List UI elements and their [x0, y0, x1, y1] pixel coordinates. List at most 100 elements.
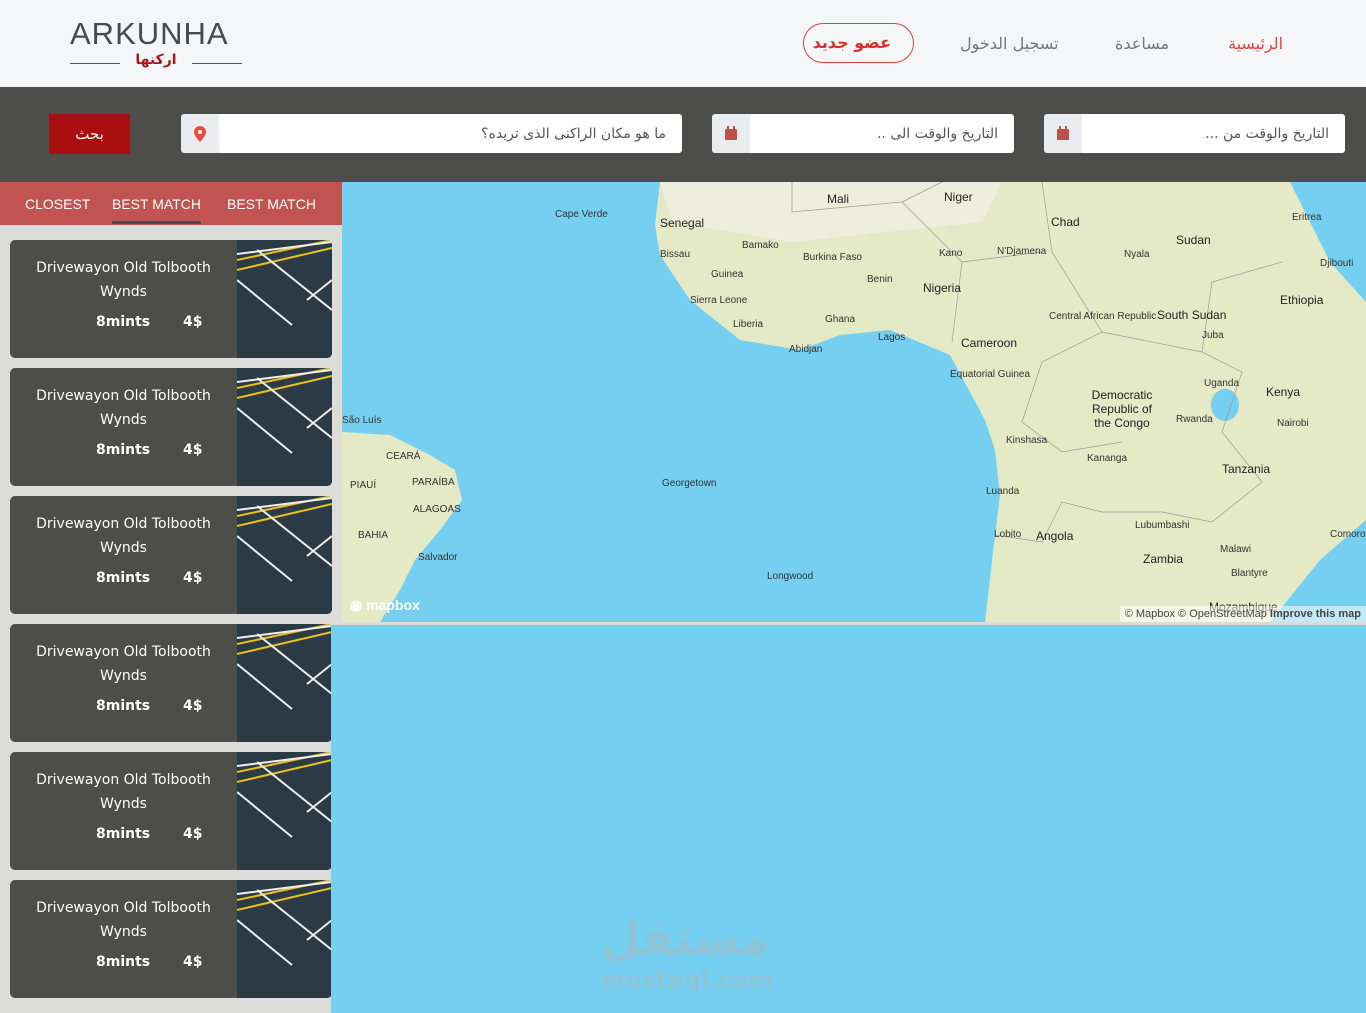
map-label: Ethiopia: [1280, 293, 1324, 307]
location-input[interactable]: ما هو مكان الراكنى الذى تريده؟: [219, 114, 682, 153]
map-label: PIAUÍ: [350, 480, 377, 491]
listing-title: Drivewayon Old Tolbooth Wynds: [36, 260, 211, 300]
listing-time: 8mints: [96, 826, 151, 842]
map-label: Georgetown: [662, 478, 717, 489]
map-label: Kenya: [1266, 385, 1301, 399]
map-label: Kano: [939, 248, 963, 259]
improve-map-link[interactable]: Improve this map: [1270, 608, 1361, 620]
map-label: Cameroon: [961, 336, 1018, 350]
map-label: Malawi: [1220, 544, 1252, 555]
listing-time: 8mints: [96, 442, 151, 458]
search-button[interactable]: بحث: [49, 114, 130, 154]
tab-closest[interactable]: CLOSEST: [25, 196, 90, 212]
date-to-field[interactable]: التاريخ والوقت الى ..: [712, 114, 1014, 153]
listing-price: 4$: [183, 698, 203, 714]
map-attribution: © Mapbox © OpenStreetMap Improve this ma…: [1119, 606, 1366, 622]
listing-time: 8mints: [96, 954, 151, 970]
map-label: Zambia: [1143, 552, 1184, 566]
listing-price: 4$: [183, 826, 203, 842]
new-member-button[interactable]: عضو جديد: [803, 23, 914, 63]
listing-card[interactable]: Drivewayon Old Tolbooth Wynds 8mints 4$: [10, 880, 332, 998]
map-label: South Sudan: [1157, 308, 1227, 322]
listing-price: 4$: [183, 442, 203, 458]
map-label: Sierra Leone: [690, 295, 748, 306]
nav-home[interactable]: الرئيسية: [1228, 34, 1283, 53]
map-label: Luanda: [986, 486, 1020, 497]
map-label: Bamako: [742, 240, 779, 251]
sort-tabs: CLOSEST BEST MATCH BEST MATCH: [0, 182, 342, 225]
listing-card[interactable]: Drivewayon Old Tolbooth Wynds 8mints 4$: [10, 496, 332, 614]
listing-time: 8mints: [96, 698, 151, 714]
map-label: Juba: [1202, 330, 1224, 341]
map-label: Benin: [867, 274, 893, 285]
map-label: Tanzania: [1222, 462, 1271, 476]
map-label: N'Djamena: [997, 246, 1047, 257]
listing-card[interactable]: Drivewayon Old Tolbooth Wynds 8mints 4$: [10, 368, 332, 486]
date-from-input[interactable]: التاريخ والوقت من ...: [1082, 114, 1345, 153]
parking-lot-image: [237, 368, 332, 486]
parking-lot-image: [237, 496, 332, 614]
map-label: Nairobi: [1277, 418, 1309, 429]
main-nav: الرئيسية مساعدة تسجيل الدخول عضو جديد: [0, 23, 1366, 63]
map-land: [342, 182, 1366, 622]
parking-lot-image: [237, 752, 332, 870]
location-field[interactable]: ما هو مكان الراكنى الذى تريده؟: [181, 114, 682, 153]
map-label: Uganda: [1204, 378, 1240, 389]
map-label: Equatorial Guinea: [950, 369, 1031, 380]
map-label: Cape Verde: [555, 209, 608, 220]
map-label: Longwood: [767, 571, 814, 582]
listing-title: Drivewayon Old Tolbooth Wynds: [36, 900, 211, 940]
listing-card[interactable]: Drivewayon Old Tolbooth Wynds 8mints 4$: [10, 240, 332, 358]
listing-price: 4$: [183, 570, 203, 586]
listing-time: 8mints: [96, 570, 151, 586]
nav-help[interactable]: مساعدة: [1115, 34, 1169, 53]
map-label: PARAÍBA: [412, 477, 455, 488]
date-from-field[interactable]: التاريخ والوقت من ...: [1044, 114, 1345, 153]
map-label: Kinshasa: [1006, 435, 1048, 446]
parking-lot-image: [237, 240, 332, 358]
map-label: CEARÁ: [386, 451, 421, 462]
map-label: Mali: [827, 192, 850, 206]
mapbox-logo[interactable]: ◉ mapbox: [350, 597, 420, 614]
date-to-input[interactable]: التاريخ والوقت الى ..: [750, 114, 1014, 153]
map-lower-area: [331, 625, 1366, 1013]
listing-card[interactable]: Drivewayon Old Tolbooth Wynds 8mints 4$: [10, 752, 332, 870]
listing-title: Drivewayon Old Tolbooth Wynds: [36, 516, 211, 556]
map-label: Comoros: [1330, 529, 1366, 540]
map-label: Senegal: [660, 216, 705, 230]
listing-price: 4$: [183, 954, 203, 970]
map-label: Sudan: [1176, 233, 1211, 247]
map-label: Democratic Republic of the Congo: [1091, 388, 1153, 430]
map-label: Rwanda: [1176, 414, 1213, 425]
map-label: Nyala: [1124, 249, 1150, 260]
header: ARKUNHA اركنها الرئيسية مساعدة تسجيل الد…: [0, 0, 1366, 87]
map-label: ALAGOAS: [413, 504, 461, 515]
calendar-icon[interactable]: [1044, 114, 1082, 153]
listing-title: Drivewayon Old Tolbooth Wynds: [36, 772, 211, 812]
map-label: São Luís: [342, 415, 382, 426]
map-label: Djibouti: [1320, 258, 1354, 269]
mostaql-watermark: مستقل mostaql.com: [600, 911, 774, 994]
map-label: Lagos: [878, 332, 906, 343]
map-label: Bissau: [660, 249, 691, 260]
calendar-icon[interactable]: [712, 114, 750, 153]
listing-price: 4$: [183, 314, 203, 330]
map-label: Kananga: [1087, 453, 1128, 464]
listing-time: 8mints: [96, 314, 151, 330]
map[interactable]: Mali Niger Chad Sudan Eritrea Djibouti Ethiopi…: [342, 182, 1366, 622]
location-pin-icon[interactable]: [181, 114, 219, 153]
listing-card[interactable]: Drivewayon Old Tolbooth Wynds 8mints 4$: [10, 624, 332, 742]
map-label: Abidjan: [789, 344, 823, 355]
tab-best-match-2[interactable]: BEST MATCH: [227, 196, 316, 212]
nav-login[interactable]: تسجيل الدخول: [960, 34, 1059, 53]
parking-lot-image: [237, 880, 332, 998]
tab-best-match[interactable]: BEST MATCH: [112, 196, 201, 224]
map-label: Blantyre: [1231, 568, 1268, 579]
map-label: BAHIA: [358, 530, 389, 541]
map-label: Niger: [944, 190, 973, 204]
map-label: Chad: [1051, 215, 1080, 229]
map-label: Lobito: [994, 529, 1022, 540]
listing-title: Drivewayon Old Tolbooth Wynds: [36, 388, 211, 428]
map-label: Burkina Faso: [803, 252, 862, 263]
parking-lot-image: [237, 624, 332, 742]
